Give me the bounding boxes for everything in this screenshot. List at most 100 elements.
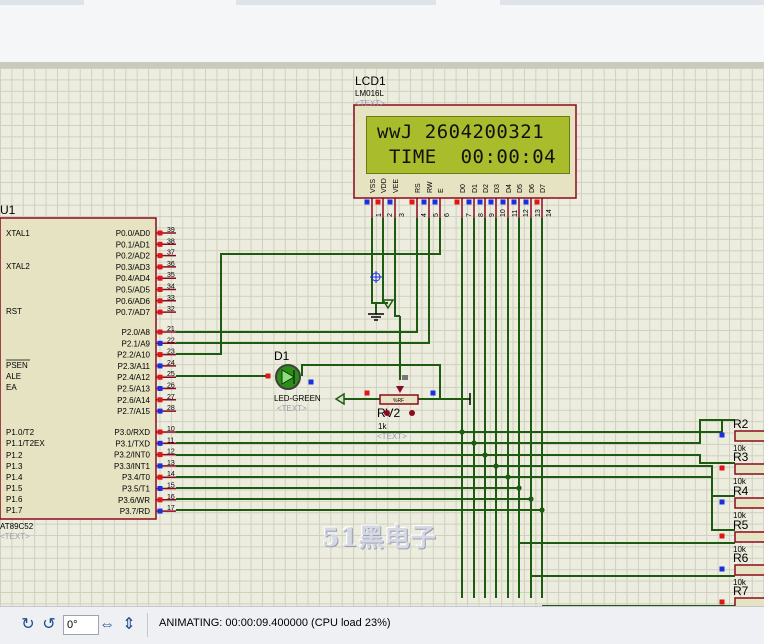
lcd-pin-label: D0 [460, 184, 467, 193]
pin-state-marker [719, 499, 725, 505]
lcd-text-tag: <TEXT> [355, 99, 385, 108]
lcd-pin-number: 6 [444, 213, 451, 217]
pin-state-marker [157, 497, 163, 503]
flip-horizontal-icon[interactable]: ⇔ [98, 615, 116, 635]
schematic-canvas[interactable]: LCD1 LM016L <TEXT> VSS 1 VDD 2 VEE 3 RS 4 RW 5 E 6 D0 7 D… [0, 68, 764, 606]
pin-state-marker [157, 309, 163, 315]
mcu-pin-number: 34 [167, 284, 175, 291]
pin-state-marker [157, 374, 163, 380]
mcu-pin-number: 13 [167, 460, 175, 467]
pin-state-marker [157, 486, 163, 491]
pin-state-marker [421, 199, 427, 205]
mcu-right-pin-label: P3.6/WR [118, 496, 150, 505]
lcd-pin-number: 13 [535, 209, 542, 217]
lcd-pin-label: E [438, 188, 445, 193]
mcu-right-pin-label: P2.5/A13 [117, 385, 150, 394]
lcd-pin-label: D1 [472, 184, 479, 193]
mcu-pin-number: 33 [167, 295, 175, 302]
mcu-pin-number: 21 [167, 326, 175, 333]
lcd-pin-label: D2 [483, 184, 490, 193]
mcu-part: AT89C52 [0, 522, 34, 531]
mcu-pin-number: 15 [167, 483, 175, 490]
lcd-pin-label: D4 [506, 184, 513, 193]
mcu-left-pin-label: ALE [6, 372, 21, 381]
pin-state-marker [364, 390, 370, 396]
mcu-right-pin-label: P0.4/AD4 [116, 274, 151, 283]
mcu-right-pin-label: P2.7/A15 [117, 407, 150, 416]
mcu-right-pin-label: P0.1/AD1 [116, 240, 151, 249]
pin-state-marker [719, 533, 725, 539]
rotate-ccw-icon[interactable]: ↺ [40, 615, 58, 635]
mcu-pin-number: 37 [167, 250, 175, 257]
mcu-right-pin-label: P0.0/AD0 [116, 229, 151, 238]
pot-pin-marker [409, 410, 415, 416]
supply-arrow-icon [334, 392, 345, 406]
pin-state-marker [466, 199, 472, 205]
mcu-left-pin-label: XTAL1 [6, 229, 30, 238]
mcu-pin-number: 24 [167, 360, 175, 367]
toolbar-strip [0, 0, 84, 5]
pin-state-marker [523, 199, 529, 205]
mcu-right-pin-label: P0.6/AD6 [116, 297, 151, 306]
lcd-line-2: TIME 00:00:04 [377, 146, 557, 168]
mcu-right-pin-label: P3.7/RD [120, 507, 150, 516]
status-bar: ↻ ↺ ⇔ ⇕ ANIMATING: 00:00:09.400000 (CPU … [0, 606, 764, 644]
led-text-tag: <TEXT> [277, 404, 307, 413]
pot-pin-marker [384, 410, 390, 416]
mcu-right-pin-label: P3.5/T1 [122, 485, 151, 494]
mcu-left-pin-label: P1.6 [6, 495, 23, 504]
wire [176, 218, 430, 344]
lcd-part: LM016L [355, 89, 384, 98]
led-part: LED-GREEN [274, 394, 321, 403]
mcu-right-pin-label: P2.3/A11 [118, 362, 151, 371]
lcd-pin-label: RW [427, 181, 434, 193]
pin-state-marker [432, 199, 438, 205]
mcu-right-pin-label: P2.4/A12 [117, 373, 150, 382]
pin-state-marker [157, 440, 163, 446]
pin-state-marker [157, 275, 163, 281]
lcd-pin-label: D6 [529, 184, 536, 193]
mcu-right-pin-label: P2.6/A14 [117, 396, 150, 405]
wire [394, 218, 400, 317]
led-ref: D1 [274, 349, 290, 363]
pin-state-marker [157, 386, 163, 391]
lcd-pin-number: 2 [387, 213, 394, 217]
flip-vertical-icon[interactable]: ⇕ [120, 615, 138, 635]
rotation-input[interactable] [63, 615, 99, 635]
pin-state-marker [719, 465, 725, 471]
pin-state-marker [157, 230, 163, 236]
pin-state-marker [157, 397, 163, 403]
mcu-pin-number: 10 [167, 426, 175, 433]
mcu-right-pin-label: P0.3/AD3 [116, 263, 151, 272]
top-toolbar [0, 0, 764, 63]
resistor-ref: R7 [733, 584, 749, 598]
lcd-pin-label: D5 [517, 184, 524, 193]
mcu-right-pin-label: P2.1/A9 [122, 339, 151, 348]
lcd-pin-label: D7 [540, 184, 547, 193]
mcu-ref: U1 [0, 203, 16, 217]
resistor-ref: R3 [733, 450, 749, 464]
pin-state-marker [157, 452, 163, 458]
status-separator [147, 613, 148, 637]
pin-state-marker [308, 379, 314, 385]
lcd-pin-number: 10 [500, 209, 507, 217]
lcd-pin-label: VDD [381, 178, 388, 193]
resistor-ref: R2 [733, 417, 749, 431]
lcd-pin-number: 3 [399, 213, 406, 217]
pin-state-marker [364, 199, 370, 205]
pin-state-marker [157, 429, 163, 435]
wire-junction [539, 507, 545, 513]
mcu-right-pin-label: P3.3/INT1 [114, 462, 151, 471]
mcu-pin-number: 39 [167, 227, 175, 234]
lcd-pin-number: 11 [512, 210, 519, 217]
mcu-right-pin-label: P2.0/A8 [122, 328, 151, 337]
potentiometer-body-label: %RF [393, 398, 404, 404]
pin-state-marker [409, 199, 415, 205]
mcu-left-pin-label: P1.4 [6, 473, 23, 482]
lcd-pin-number: 9 [489, 213, 496, 217]
rotate-cw-icon[interactable]: ↻ [19, 615, 37, 635]
lcd-screen: wwJ 2604200321 TIME 00:00:04 [366, 116, 570, 174]
mcu-pin-number: 12 [167, 449, 175, 456]
wire [176, 218, 418, 333]
resistor-body [734, 463, 764, 475]
